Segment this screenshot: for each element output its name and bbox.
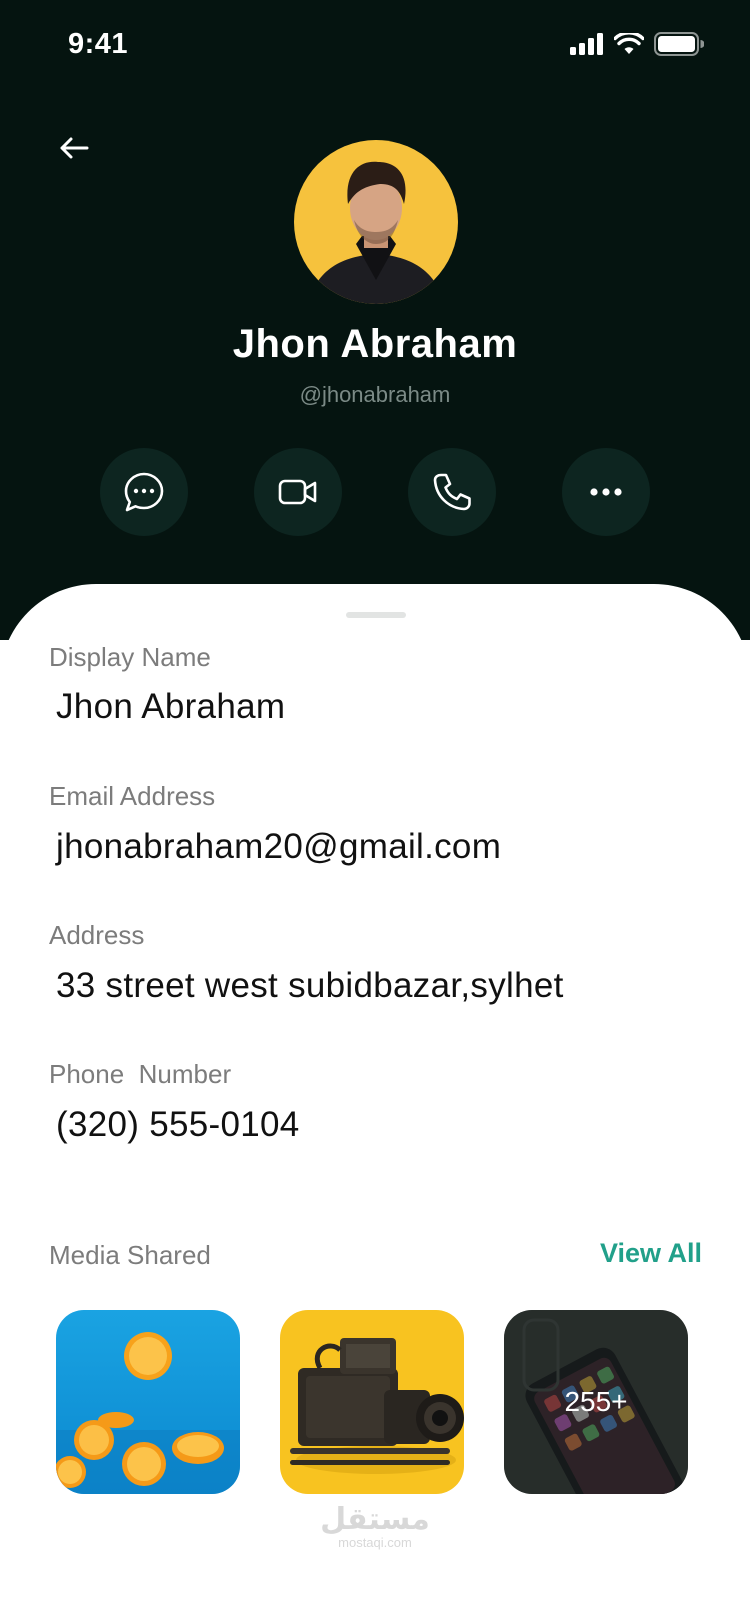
video-icon	[278, 479, 317, 505]
oranges-image	[56, 1310, 240, 1494]
phone-icon	[433, 473, 471, 511]
display-name-value: Jhon Abraham	[56, 687, 286, 726]
watermark-latin: mostaqi.com	[338, 1535, 412, 1550]
more-icon	[590, 488, 622, 496]
phone-value: (320) 555-0104	[56, 1105, 300, 1144]
message-icon	[124, 472, 164, 512]
action-buttons	[100, 448, 650, 536]
media-thumb-camera[interactable]	[280, 1310, 464, 1494]
voice-call-button[interactable]	[408, 448, 496, 536]
wifi-icon	[614, 33, 644, 54]
media-shared-label: Media Shared	[49, 1240, 211, 1270]
profile-header: 9:41 Jhon Abraham @jhonabraham	[0, 0, 750, 640]
back-button[interactable]	[54, 128, 94, 168]
details-sheet: Display Name Jhon Abraham Email Address …	[0, 584, 750, 1624]
media-thumb-oranges[interactable]	[56, 1310, 240, 1494]
phone-label: Phone Number	[49, 1059, 232, 1089]
media-thumb-more[interactable]: 255+	[504, 1310, 688, 1494]
more-button[interactable]	[562, 448, 650, 536]
arrow-left-icon	[60, 137, 89, 159]
avatar-portrait	[308, 161, 444, 304]
media-more-count: 255+	[564, 1386, 628, 1417]
status-time: 9:41	[68, 28, 129, 60]
profile-handle: @jhonabraham	[299, 382, 451, 407]
camera-image	[280, 1310, 464, 1494]
status-icons	[570, 32, 704, 56]
email-value: jhonabraham20@gmail.com	[56, 827, 502, 866]
signal-icon	[570, 33, 603, 55]
watermark: مستقل mostaqi.com	[0, 1502, 750, 1550]
video-call-button[interactable]	[254, 448, 342, 536]
display-name-label: Display Name	[49, 642, 211, 672]
email-label: Email Address	[49, 781, 216, 811]
avatar	[294, 140, 458, 304]
watermark-arabic: مستقل	[320, 1503, 430, 1536]
battery-icon	[654, 32, 704, 56]
sheet-drag-handle[interactable]	[346, 612, 406, 618]
address-value: 33 street west subidbazar,sylhet	[56, 966, 564, 1005]
message-button[interactable]	[100, 448, 188, 536]
profile-name: Jhon Abraham	[232, 322, 518, 366]
view-all-link[interactable]: View All	[600, 1238, 702, 1269]
address-label: Address	[49, 920, 145, 950]
status-bar: 9:41	[0, 0, 750, 92]
